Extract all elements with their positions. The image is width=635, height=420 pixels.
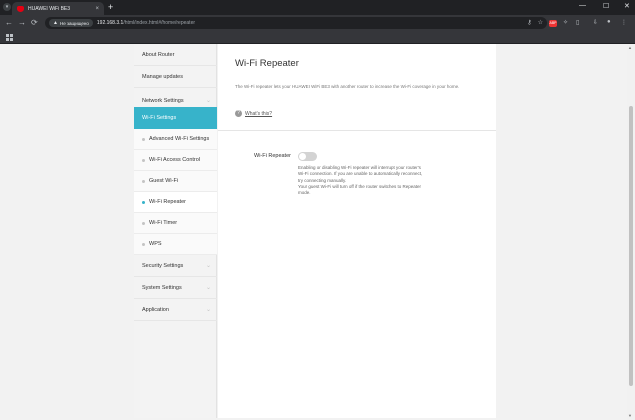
bookmarks-bar: [0, 31, 635, 44]
sidebar-item-label: Wi-Fi Settings: [142, 115, 177, 121]
forward-button[interactable]: →: [18, 18, 26, 27]
chevron-down-icon: ⌄: [205, 285, 211, 291]
browser-toolbar: ← → ⟳ ▲ Не защищено 192.168.3.1/html/ind…: [0, 15, 635, 31]
extensions-puzzle-icon[interactable]: ✧: [563, 19, 568, 26]
bullet-dot-icon: [142, 179, 145, 183]
note-line: mode.: [298, 190, 311, 196]
url-text[interactable]: 192.168.3.1/html/index.html#/home/repeat…: [97, 20, 195, 26]
sidebar-subitem-wifi-timer[interactable]: Wi-Fi Timer: [134, 213, 217, 234]
bookmark-star-icon[interactable]: ☆: [538, 19, 543, 26]
window-maximize-button[interactable]: ☐: [603, 2, 609, 10]
sidebar-subitem-advanced-wifi[interactable]: Advanced Wi-Fi Settings: [134, 129, 217, 150]
sidebar-item-security-settings[interactable]: Security Settings ⌄: [134, 255, 217, 277]
new-tab-button[interactable]: +: [108, 2, 113, 12]
bullet-dot-icon: [142, 137, 145, 141]
chevron-down-icon: ⌄: [205, 263, 211, 269]
sidebar-item-label: About Router: [142, 51, 175, 58]
sidebar-subitem-label: Wi-Fi Repeater: [149, 199, 186, 205]
sidebar-item-label: Security Settings: [142, 262, 184, 269]
apps-grid-icon[interactable]: [6, 34, 13, 41]
warning-icon: ▲: [53, 20, 58, 26]
sidepanel-icon[interactable]: ▯: [576, 19, 579, 26]
sidebar-item-label: Application: [142, 306, 169, 313]
whats-this-link[interactable]: What's this?: [245, 111, 272, 117]
security-chip[interactable]: ▲ Не защищено: [49, 19, 93, 27]
bullet-dot-icon: [142, 242, 145, 246]
reload-button[interactable]: ⟳: [31, 18, 38, 27]
sidebar-item-system-settings[interactable]: System Settings ⌄: [134, 277, 217, 299]
sidebar-item-wifi-settings[interactable]: Wi-Fi Settings: [134, 107, 217, 129]
question-icon: ?: [235, 110, 242, 117]
main-content: Wi-Fi Repeater The Wi-Fi repeater lets y…: [218, 44, 496, 418]
menu-kebab-icon[interactable]: ⋮: [621, 19, 627, 26]
sidebar-subitem-label: WPS: [149, 241, 162, 247]
window-close-button[interactable]: ✕: [624, 2, 630, 10]
bullet-dot-icon: [142, 158, 145, 162]
sidebar-item-manage-updates[interactable]: Manage updates: [134, 66, 217, 88]
repeater-setting-label: Wi-Fi Repeater: [254, 153, 291, 159]
chevron-down-icon: ⌄: [205, 307, 211, 313]
section-divider: [218, 130, 496, 131]
chevron-down-icon: ⌄: [205, 98, 211, 104]
sidebar-subitem-wps[interactable]: WPS: [134, 234, 217, 255]
help-link[interactable]: ? What's this?: [235, 110, 272, 117]
sidebar-item-label: System Settings: [142, 284, 182, 291]
tab-title: HUAWEI WiFi BE3: [28, 5, 71, 12]
tab-search-icon[interactable]: ▾: [3, 3, 11, 11]
sidebar-nav: About Router Manage updates Network Sett…: [134, 44, 217, 418]
browser-tab[interactable]: HUAWEI WiFi BE3 ×: [12, 2, 104, 15]
repeater-note: Enabling or disabling Wi-Fi repeater wil…: [298, 165, 458, 196]
download-icon[interactable]: ⇩: [593, 19, 598, 26]
sidebar-subitem-label: Wi-Fi Timer: [149, 220, 178, 226]
adblock-extension-icon[interactable]: ABP: [549, 20, 557, 27]
page-title: Wi-Fi Repeater: [235, 58, 299, 69]
sidebar-subitem-label: Wi-Fi Access Control: [149, 157, 201, 163]
address-bar[interactable]: ▲ Не защищено 192.168.3.1/html/index.htm…: [45, 17, 547, 29]
bullet-dot-icon: [142, 221, 145, 225]
sidebar-subitem-label: Guest Wi-Fi: [149, 178, 179, 184]
repeater-toggle[interactable]: [298, 152, 317, 161]
sidebar-subitem-guest-wifi[interactable]: Guest Wi-Fi: [134, 171, 217, 192]
router-page: About Router Manage updates Network Sett…: [0, 44, 635, 420]
browser-tab-bar: ▾ HUAWEI WiFi BE3 × + — ☐ ✕: [0, 0, 635, 15]
scroll-up-icon[interactable]: ▲: [628, 45, 632, 50]
security-label: Не защищено: [59, 20, 89, 26]
password-key-icon[interactable]: ⚷: [527, 19, 531, 26]
url-path: /html/index.html#/home/repeater: [123, 20, 196, 26]
sidebar-subitem-wifi-repeater[interactable]: Wi-Fi Repeater: [134, 192, 217, 213]
tab-close-icon[interactable]: ×: [95, 6, 99, 12]
sidebar-item-label: Manage updates: [142, 73, 183, 80]
sidebar-subitem-label: Advanced Wi-Fi Settings: [149, 136, 210, 142]
profile-icon[interactable]: ●: [607, 19, 611, 25]
scroll-down-icon[interactable]: ▼: [628, 413, 632, 418]
toggle-knob: [299, 153, 306, 160]
page-description: The Wi-Fi repeater lets your HUAWEI WiFi…: [235, 84, 460, 89]
sidebar-item-about-router[interactable]: About Router: [134, 44, 217, 66]
sidebar-subitem-wifi-access-control[interactable]: Wi-Fi Access Control: [134, 150, 217, 171]
scrollbar-thumb[interactable]: [629, 106, 633, 386]
bullet-dot-icon: [142, 200, 145, 204]
page-scrollbar[interactable]: ▲ ▼: [627, 44, 635, 420]
sidebar-item-application[interactable]: Application ⌄: [134, 299, 217, 321]
back-button[interactable]: ←: [5, 18, 13, 27]
url-host: 192.168.3.1: [96, 20, 124, 26]
huawei-logo-icon: [17, 5, 24, 12]
sidebar-item-label: Network Settings: [142, 97, 184, 104]
window-minimize-button[interactable]: —: [579, 2, 586, 9]
